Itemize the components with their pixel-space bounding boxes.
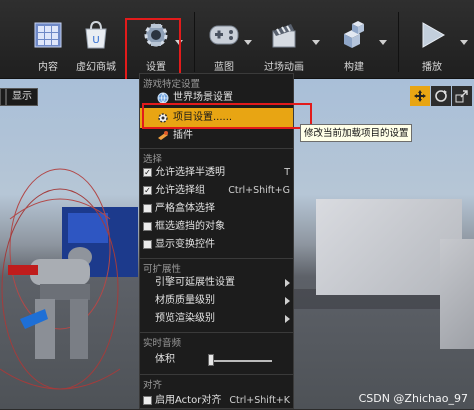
- volume-slider-track[interactable]: [208, 360, 272, 362]
- box-select-occluded-item[interactable]: 框选遮挡的对象: [140, 218, 293, 236]
- svg-text:U: U: [92, 35, 99, 46]
- cinematics-clapper-icon: [265, 18, 303, 52]
- marketplace-bag-icon: U: [77, 18, 115, 52]
- checkbox-checked-icon[interactable]: ✓: [143, 186, 152, 195]
- blueprint-button[interactable]: 蓝图: [202, 0, 246, 78]
- section-select: 选择: [143, 154, 163, 165]
- cinematics-dropdown-arrow-icon[interactable]: [312, 40, 320, 45]
- project-settings-tooltip: 修改当前加载项目的设置: [300, 124, 412, 142]
- play-button[interactable]: 播放: [412, 0, 452, 78]
- plugins-item[interactable]: 插件: [140, 127, 293, 145]
- checkbox-unchecked-icon[interactable]: [143, 204, 152, 213]
- checkbox-unchecked-icon[interactable]: [143, 222, 152, 231]
- section-game-specific: 游戏特定设置: [143, 79, 201, 90]
- build-dropdown-arrow-icon[interactable]: [379, 40, 387, 45]
- settings-callout-box: [125, 18, 181, 81]
- checkbox-checked-icon[interactable]: ✓: [143, 168, 152, 177]
- section-snap: 对齐: [143, 380, 163, 391]
- submenu-arrow-icon: [285, 279, 290, 287]
- menu-separator: [140, 148, 293, 149]
- project-settings-callout-box: [142, 103, 312, 129]
- marketplace-button[interactable]: U 虚幻商城: [72, 0, 120, 78]
- enable-actor-snap-item[interactable]: 启用Actor对齐 Ctrl+Shift+K: [140, 392, 293, 410]
- main-toolbar: 内容 U 虚幻商城 设置 蓝图 过场动画 构建 播放: [0, 0, 474, 81]
- content-grid-icon: [29, 18, 67, 52]
- section-scalability: 可扩展性: [143, 264, 182, 275]
- blueprint-dropdown-arrow-icon[interactable]: [244, 40, 252, 45]
- scale-icon[interactable]: [452, 86, 472, 106]
- blueprint-gamepad-icon: [205, 18, 243, 52]
- allow-group-select-item[interactable]: ✓ 允许选择组 Ctrl+Shift+G: [140, 182, 293, 200]
- submenu-arrow-icon: [285, 315, 290, 323]
- submenu-arrow-icon: [285, 297, 290, 305]
- play-icon: [413, 18, 451, 52]
- build-cubes-icon: [335, 18, 373, 52]
- character-mannequin[interactable]: [0, 159, 140, 409]
- checkbox-unchecked-icon[interactable]: [143, 396, 152, 405]
- checkbox-unchecked-icon[interactable]: [143, 240, 152, 249]
- menu-separator: [140, 258, 293, 259]
- toolbar-separator: [398, 12, 399, 72]
- rotate-icon[interactable]: [431, 86, 451, 106]
- volume-label: 体积: [155, 354, 175, 365]
- scene-cube[interactable]: [440, 239, 474, 349]
- show-transform-widget-item[interactable]: 显示变换控件: [140, 236, 293, 254]
- allow-translucent-select-item[interactable]: ✓ 允许选择半透明 T: [140, 164, 293, 182]
- toolbar-separator: [194, 12, 195, 72]
- cinematics-button[interactable]: 过场动画: [258, 0, 310, 78]
- watermark: CSDN @Zhichao_97: [358, 392, 468, 405]
- section-realtime-audio: 实时音频: [143, 338, 182, 349]
- volume-row: 体积: [140, 351, 293, 369]
- strict-box-select-item[interactable]: 严格盒体选择: [140, 200, 293, 218]
- plugin-icon: [158, 131, 168, 140]
- preview-rendering-level-item[interactable]: 预览渲染级别: [140, 310, 293, 328]
- volume-slider-handle[interactable]: [208, 354, 214, 366]
- display-button[interactable]: 显示: [6, 88, 38, 106]
- translate-icon[interactable]: [410, 86, 430, 106]
- play-dropdown-arrow-icon[interactable]: [460, 40, 468, 45]
- build-button[interactable]: 构建: [330, 0, 378, 78]
- content-button[interactable]: 内容: [30, 0, 66, 78]
- menu-separator: [140, 332, 293, 333]
- engine-scalability-item[interactable]: 引擎可延展性设置: [140, 274, 293, 292]
- menu-separator: [140, 374, 293, 375]
- material-quality-item[interactable]: 材质质量级别: [140, 292, 293, 310]
